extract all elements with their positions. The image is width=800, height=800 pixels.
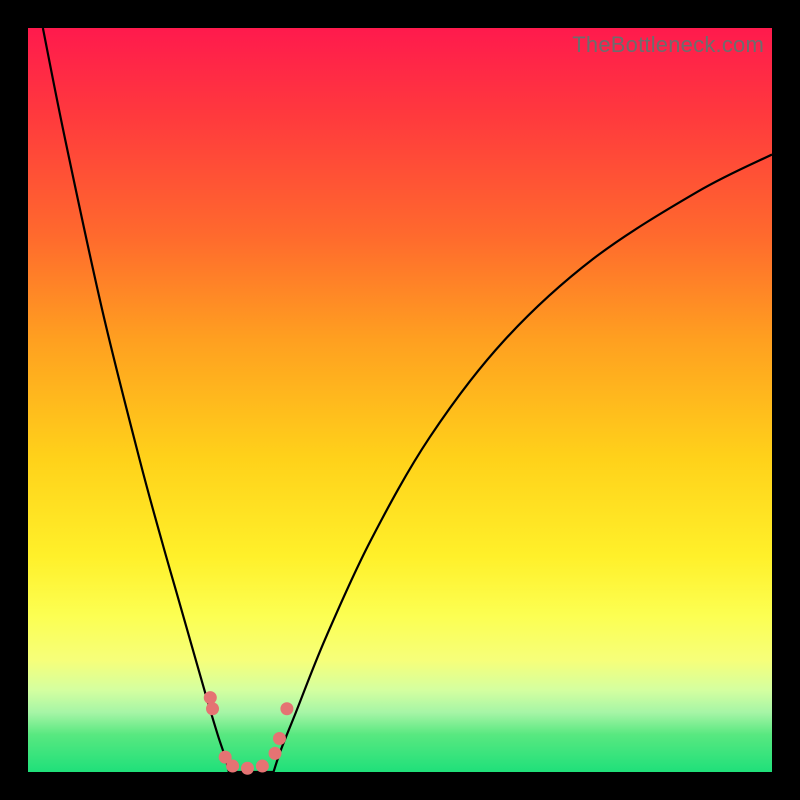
marker-dot [226, 760, 239, 773]
marker-dot [280, 702, 293, 715]
watermark-text: TheBottleneck.com [572, 32, 764, 58]
marker-dot [204, 691, 217, 704]
chart-svg [28, 28, 772, 772]
marker-dot [241, 762, 254, 775]
curve-left [43, 28, 229, 772]
marker-dot [269, 747, 282, 760]
marker-dot [206, 702, 219, 715]
marker-dot [256, 760, 269, 773]
marker-dot [273, 732, 286, 745]
curve-right [274, 154, 772, 772]
chart-frame: TheBottleneck.com [28, 28, 772, 772]
